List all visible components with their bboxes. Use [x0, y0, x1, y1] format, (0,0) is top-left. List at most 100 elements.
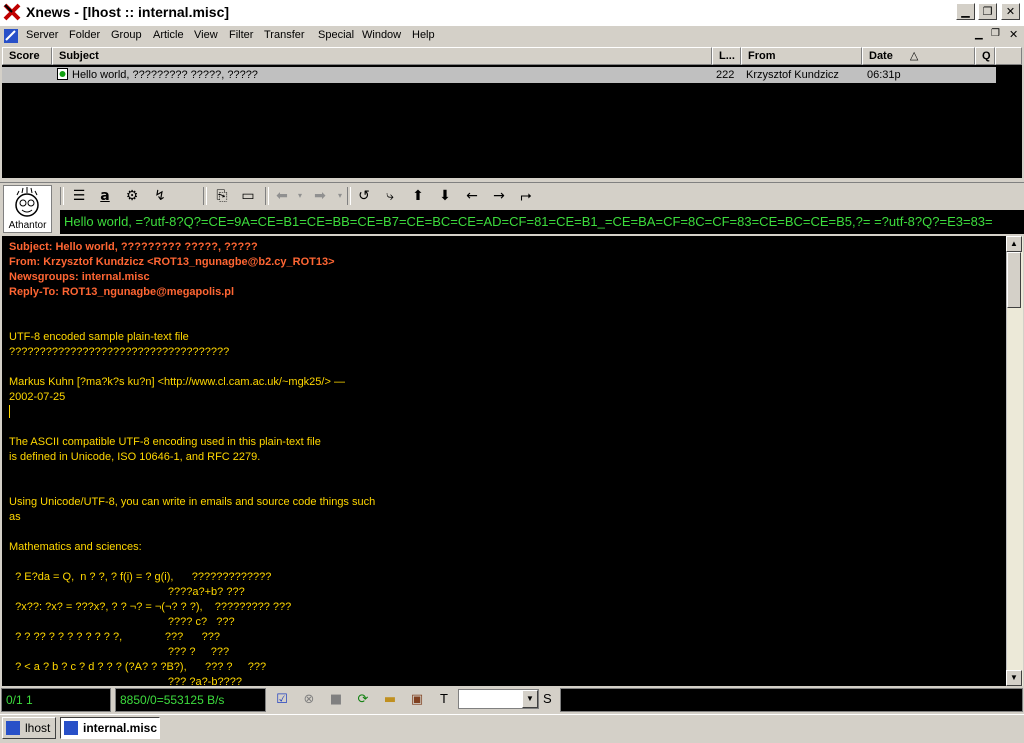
body-line: as	[9, 511, 21, 523]
cancel-icon[interactable]: ⊗	[299, 690, 319, 710]
menu-filter[interactable]: Filter	[229, 29, 253, 41]
body-line: The ASCII compatible UTF-8 encoding used…	[9, 436, 321, 448]
back-icon[interactable]: ⬅	[272, 187, 292, 205]
status-message-area	[560, 688, 1023, 712]
row-lines: 222	[716, 69, 735, 81]
body-line: Mathematics and sciences:	[9, 541, 142, 553]
row-from: Krzysztof Kundzicz	[746, 69, 839, 81]
task-lhost-label: lhost	[25, 721, 51, 735]
face-icon	[15, 187, 39, 217]
menu-window[interactable]: Window	[362, 29, 401, 41]
column-date[interactable]: Date △	[862, 47, 975, 65]
checklist-icon[interactable]: ☑	[272, 690, 292, 710]
column-from[interactable]: From	[741, 47, 862, 65]
task-internal-misc[interactable]: internal.misc	[60, 717, 160, 739]
mdi-minimize-button[interactable]: ▁	[975, 29, 983, 40]
scroll-up-icon[interactable]: ▲	[1006, 236, 1022, 252]
header-from: From: Krzysztof Kundzicz <ROT13_ngunagbe…	[9, 256, 335, 268]
body-line: UTF-8 encoded sample plain-text file	[9, 331, 189, 343]
next-thread-icon[interactable]: ⬇	[435, 187, 455, 205]
mdi-document-icon[interactable]	[3, 28, 19, 44]
package-icon[interactable]: ▣	[407, 690, 427, 710]
task-lhost[interactable]: lhost	[2, 717, 56, 739]
window-title: Xnews - [lhost :: internal.misc]	[26, 4, 230, 20]
status-counts: 0/1 1	[1, 688, 111, 712]
next-article-icon[interactable]: →	[489, 187, 509, 205]
body-line: is defined in Unicode, ISO 10646-1, and …	[9, 451, 261, 463]
menu-help[interactable]: Help	[412, 29, 435, 41]
row-subject: Hello world, ????????? ?????, ?????	[72, 69, 258, 81]
font-icon[interactable]: a	[95, 187, 115, 205]
body-line: ? < a ? b ? c ? d ? ? ? (?A? ? ?B?), ???…	[9, 661, 267, 673]
menu-folder[interactable]: Folder	[69, 29, 100, 41]
header-reply-to: Reply-To: ROT13_ngunagbe@megapolis.pl	[9, 286, 235, 298]
group-icon	[64, 721, 78, 735]
server-icon	[6, 721, 20, 735]
text-cursor	[9, 405, 10, 418]
headers-icon[interactable]: ☰	[69, 187, 89, 205]
decode-icon[interactable]: ⚙	[122, 187, 142, 205]
s-label: S	[543, 691, 552, 706]
back-dropdown-icon[interactable]: ▾	[290, 187, 310, 205]
mdi-close-button[interactable]: ✕	[1009, 28, 1018, 41]
toolbar-separator	[203, 187, 207, 205]
body-line: ? ? ?? ? ? ? ? ? ? ? ?, ??? ???	[9, 631, 220, 643]
header-newsgroups: Newsgroups: internal.misc	[9, 271, 150, 283]
window-icon[interactable]: ▭	[238, 187, 258, 205]
previous-thread-icon[interactable]: ⬆	[408, 187, 428, 205]
status-speed: 8850/0=553125 B/s	[115, 688, 266, 712]
scroll-down-icon[interactable]: ▼	[1006, 670, 1022, 686]
column-date-label: Date	[869, 50, 893, 62]
stop-icon[interactable]: ■	[326, 690, 346, 710]
refresh-icon[interactable]: ⟳	[353, 690, 373, 710]
xnews-app-icon[interactable]	[3, 3, 21, 21]
body-line: ??? ?a?-b????	[9, 676, 242, 686]
menu-server[interactable]: Server	[26, 29, 58, 41]
body-line: 2002-07-25	[9, 391, 66, 403]
column-score[interactable]: Score	[2, 47, 52, 65]
body-line: ??? ? ???	[9, 646, 230, 658]
column-q[interactable]: Q	[975, 47, 995, 65]
t-label: T	[440, 691, 448, 706]
minimize-button[interactable]: ▁	[956, 3, 975, 20]
find-next-icon[interactable]: ⤷	[380, 187, 400, 205]
next-unread-icon[interactable]: ⮣	[516, 187, 536, 205]
mdi-restore-button[interactable]: ❐	[991, 28, 1000, 39]
menu-view[interactable]: View	[194, 29, 218, 41]
body-line: ????a?+b? ???	[9, 586, 245, 598]
chevron-down-icon[interactable]: ▼	[522, 690, 538, 708]
menu-transfer[interactable]: Transfer	[264, 29, 305, 41]
forward-icon[interactable]: ➡	[310, 187, 330, 205]
logo-label: Athantor	[8, 220, 47, 231]
body-line: Markus Kuhn [?ma?k?s ku?n] <http://www.c…	[9, 376, 345, 388]
reload-icon[interactable]: ↺	[354, 187, 374, 205]
toolbar-separator	[60, 187, 64, 205]
restore-button[interactable]: ❐	[978, 3, 997, 20]
toolbar-separator	[347, 187, 351, 205]
body-line: ????????????????????????????????????	[9, 346, 230, 358]
column-filler	[995, 47, 1022, 65]
body-line: ???? c? ???	[9, 616, 235, 628]
subject-banner-text: Hello world, =?utf-8?Q?=CE=9A=CE=B1=CE=B…	[64, 214, 993, 229]
toolbar-separator	[265, 187, 269, 205]
column-lines[interactable]: L...	[712, 47, 741, 65]
body-line: ?x??: ?x? = ???x?, ? ? ¬? = ¬(¬? ? ?), ?…	[9, 601, 292, 613]
rot13-icon[interactable]: ↯	[150, 187, 170, 205]
close-button[interactable]: ✕	[1001, 3, 1020, 20]
previous-article-icon[interactable]: ←	[462, 187, 482, 205]
row-date: 06:31p	[867, 69, 901, 81]
menu-article[interactable]: Article	[153, 29, 184, 41]
task-internal-misc-label: internal.misc	[83, 721, 158, 735]
menu-special[interactable]: Special	[318, 29, 354, 41]
menu-group[interactable]: Group	[111, 29, 142, 41]
header-subject: Subject: Hello world, ????????? ?????, ?…	[9, 241, 258, 253]
body-line: ? E?da = Q, n ? ?, ? f(i) = ? g(i), ????…	[9, 571, 272, 583]
body-line: Using Unicode/UTF-8, you can write in em…	[9, 496, 376, 508]
sort-ascending-icon: △	[909, 50, 919, 62]
new-article-icon	[57, 68, 68, 80]
folder-icon[interactable]: ▬	[380, 690, 400, 710]
column-subject[interactable]: Subject	[52, 47, 712, 65]
copy-icon[interactable]: ⎘	[212, 187, 232, 205]
user-logo: Athantor	[3, 185, 52, 233]
scrollbar-thumb[interactable]	[1007, 252, 1021, 308]
